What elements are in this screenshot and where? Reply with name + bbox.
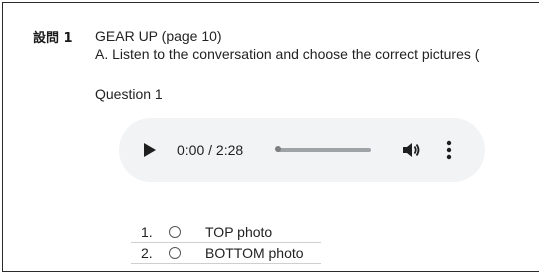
audio-time-display: 0:00 / 2:28 xyxy=(177,142,244,158)
answer-choice-2[interactable]: 2. BOTTOM photo xyxy=(131,243,321,264)
question-sub-label: Question 1 xyxy=(95,86,163,102)
question-card: 設問 1 GEAR UP (page 10) A. Listen to the … xyxy=(2,2,539,272)
play-icon[interactable] xyxy=(143,142,157,158)
radio-button[interactable] xyxy=(169,247,181,259)
question-title: GEAR UP (page 10) xyxy=(95,28,222,44)
question-number: 設問 1 xyxy=(33,31,73,46)
answer-choice-1[interactable]: 1. TOP photo xyxy=(131,222,321,243)
radio-button[interactable] xyxy=(169,226,181,238)
choice-number: 1. xyxy=(141,224,153,240)
audio-progress-thumb[interactable] xyxy=(275,146,281,152)
choice-label[interactable]: TOP photo xyxy=(205,224,272,240)
volume-icon[interactable] xyxy=(401,140,421,160)
audio-progress-slider[interactable] xyxy=(275,146,371,152)
audio-player: 0:00 / 2:28 xyxy=(119,118,485,182)
choice-label[interactable]: BOTTOM photo xyxy=(205,245,304,261)
more-vert-icon[interactable] xyxy=(444,139,454,161)
question-instruction: A. Listen to the conversation and choose… xyxy=(95,46,480,62)
choice-number: 2. xyxy=(141,245,153,261)
